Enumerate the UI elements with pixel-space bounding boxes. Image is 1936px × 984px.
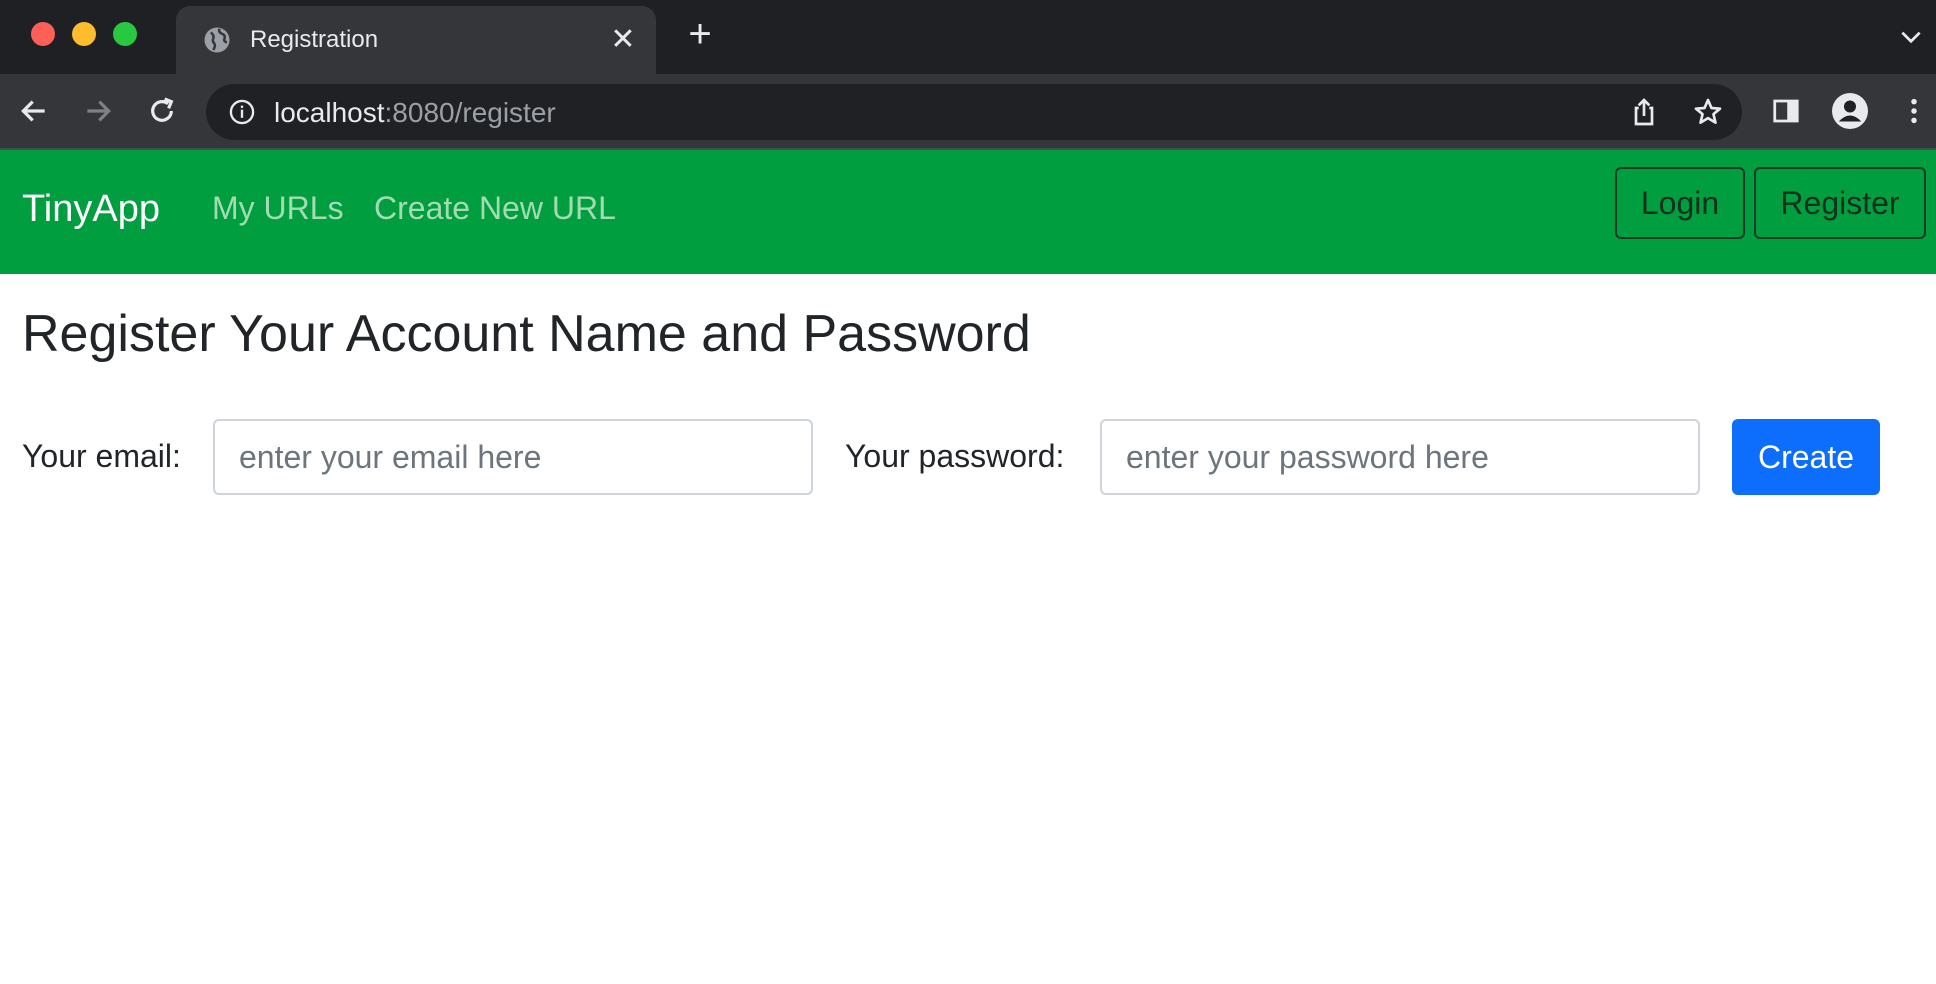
globe-icon xyxy=(204,27,230,53)
url-path: :8080/register xyxy=(384,97,556,128)
arrow-left-icon xyxy=(21,100,45,122)
url-text: localhost:8080/register xyxy=(274,97,556,129)
bookmark-star-icon[interactable] xyxy=(1692,96,1724,128)
minimize-window-button[interactable] xyxy=(72,22,96,46)
window-controls xyxy=(31,22,137,46)
side-panel-button[interactable] xyxy=(1768,93,1804,129)
info-icon[interactable] xyxy=(228,98,256,126)
page-title: Register Your Account Name and Password xyxy=(22,305,1031,363)
close-tab-icon[interactable]: ✕ xyxy=(608,25,638,55)
browser-tab-strip: Registration ✕ + xyxy=(0,0,1936,74)
browser-toolbar: localhost:8080/register xyxy=(0,74,1936,148)
arrow-right-icon xyxy=(87,100,111,122)
forward-button[interactable] xyxy=(80,93,116,129)
nav-link-create-new-url[interactable]: Create New URL xyxy=(374,190,616,227)
close-window-button[interactable] xyxy=(31,22,55,46)
register-button[interactable]: Register xyxy=(1754,167,1926,239)
chevron-down-icon[interactable] xyxy=(1898,24,1924,50)
tab-title: Registration xyxy=(250,26,379,53)
avatar-icon xyxy=(1832,93,1868,129)
login-button[interactable]: Login xyxy=(1615,167,1745,239)
nav-link-my-urls[interactable]: My URLs xyxy=(212,190,344,227)
browser-menu-button[interactable] xyxy=(1896,93,1932,129)
site-navbar: TinyApp My URLs Create New URL Login Reg… xyxy=(0,150,1936,274)
reload-icon xyxy=(151,97,174,122)
email-input[interactable] xyxy=(213,419,813,495)
brand-link[interactable]: TinyApp xyxy=(22,188,160,231)
maximize-window-button[interactable] xyxy=(113,22,137,46)
password-input[interactable] xyxy=(1100,419,1700,495)
side-panel-icon xyxy=(1773,99,1799,123)
url-host: localhost xyxy=(274,97,385,128)
browser-tab-active[interactable]: Registration ✕ xyxy=(176,6,656,74)
share-icon[interactable] xyxy=(1628,96,1660,128)
address-bar[interactable]: localhost:8080/register xyxy=(206,84,1742,140)
profile-button[interactable] xyxy=(1832,93,1868,129)
password-label: Your password: xyxy=(845,438,1065,474)
create-button[interactable]: Create xyxy=(1732,419,1880,495)
more-vertical-icon xyxy=(1911,98,1917,124)
reload-button[interactable] xyxy=(144,93,180,129)
back-button[interactable] xyxy=(16,93,52,129)
email-label: Your email: xyxy=(22,438,181,474)
new-tab-button[interactable]: + xyxy=(680,14,720,54)
